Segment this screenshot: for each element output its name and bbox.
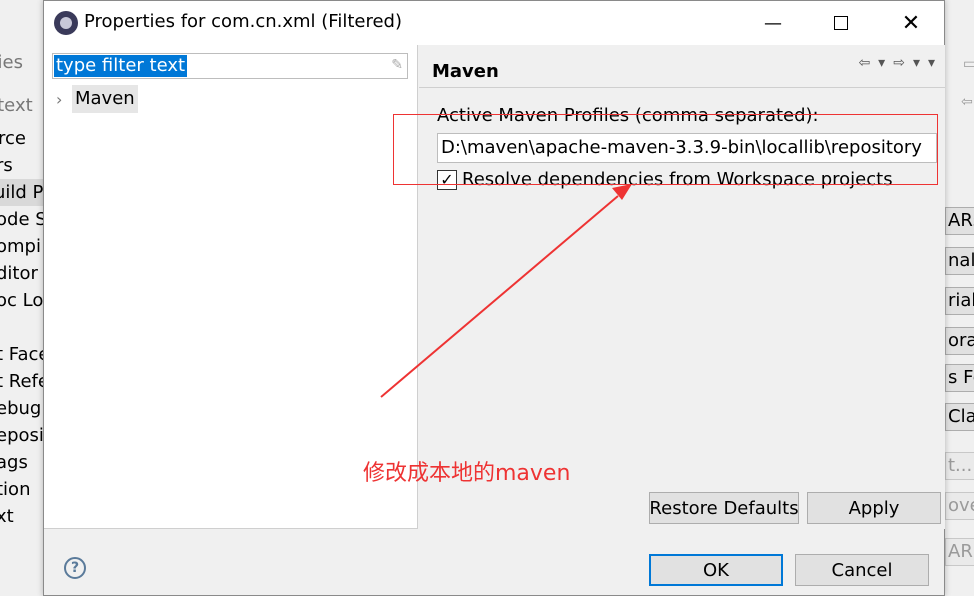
dialog-title: Properties for com.cn.xml (Filtered) (84, 11, 402, 32)
page-title: Maven (432, 61, 499, 82)
back-arrow-icon: ⇦ (961, 94, 973, 110)
page-navigation: ⇦ ▾ ⇨ ▾ ▾ (858, 55, 935, 71)
background-button[interactable]: s Fo (945, 364, 974, 392)
background-item[interactable]: rs (0, 152, 13, 179)
background-item[interactable]: ags (0, 449, 28, 476)
background-item[interactable]: t Face (0, 341, 44, 368)
background-button[interactable]: AR (945, 538, 974, 566)
scroll-icon: ▭ (963, 56, 974, 72)
view-menu-icon[interactable]: ▾ (928, 55, 935, 71)
background-button[interactable]: ove (945, 492, 974, 520)
properties-dialog: Properties for com.cn.xml (Filtered) — ✕… (43, 0, 945, 596)
background-title: erties (0, 52, 23, 73)
eclipse-app-icon (54, 11, 78, 35)
background-item[interactable]: eposi (0, 422, 44, 449)
tree-item-label[interactable]: Maven (72, 85, 138, 113)
background-button[interactable]: ARs (945, 207, 974, 235)
minimize-icon: — (764, 12, 782, 34)
ok-button[interactable]: OK (649, 554, 783, 586)
background-button[interactable]: t... (945, 452, 974, 480)
filter-text[interactable]: type filter text (54, 55, 188, 77)
background-button[interactable]: riab (945, 287, 974, 315)
background-item[interactable]: t Refe (0, 368, 44, 395)
background-window-left: erties r text rce rs uild P ode S ompi d… (0, 0, 44, 596)
apply-button[interactable]: Apply (807, 492, 941, 524)
maximize-icon (834, 16, 848, 30)
annotation-text: 修改成本地的maven (363, 461, 571, 486)
background-filter: r text (0, 95, 33, 116)
annotation-highlight-box (393, 114, 938, 185)
back-icon[interactable]: ⇦ (858, 55, 870, 71)
background-item[interactable]: ode S (0, 206, 44, 233)
background-item[interactable]: uild P (0, 179, 44, 206)
background-item[interactable]: tion (0, 476, 30, 503)
cancel-button[interactable]: Cancel (795, 554, 929, 586)
clear-filter-icon[interactable]: ✎ (391, 57, 403, 73)
background-button[interactable]: nal . (945, 247, 974, 275)
divider (419, 87, 945, 88)
chevron-right-icon[interactable]: › (56, 90, 72, 109)
background-item[interactable]: ebug (0, 395, 41, 422)
maximize-button[interactable] (818, 1, 864, 45)
category-pane: type filter text ✎ › Maven (44, 45, 418, 529)
background-item[interactable]: rce (0, 125, 26, 152)
forward-menu-icon[interactable]: ▾ (913, 55, 920, 71)
restore-defaults-button[interactable]: Restore Defaults (649, 492, 799, 524)
background-button[interactable]: orar (945, 327, 974, 355)
background-button[interactable]: Clas (945, 403, 974, 431)
background-window-right: ▭ ⇦ ARs nal . riab orar s Fo Clas t... o… (944, 0, 974, 596)
background-item[interactable]: oc Loc (0, 287, 44, 314)
close-button[interactable]: ✕ (888, 1, 934, 45)
close-icon: ✕ (901, 10, 921, 36)
minimize-button[interactable]: — (750, 1, 796, 45)
background-item[interactable]: ditor (0, 260, 38, 287)
background-item[interactable]: xt (0, 503, 14, 530)
back-menu-icon[interactable]: ▾ (878, 55, 885, 71)
forward-icon[interactable]: ⇨ (893, 55, 905, 71)
filter-input[interactable]: type filter text ✎ (52, 53, 408, 79)
help-icon[interactable]: ? (64, 557, 86, 579)
background-item[interactable]: ompi (0, 233, 41, 260)
tree-item-maven[interactable]: › Maven (56, 85, 138, 113)
title-bar: Properties for com.cn.xml (Filtered) — ✕ (44, 1, 944, 45)
